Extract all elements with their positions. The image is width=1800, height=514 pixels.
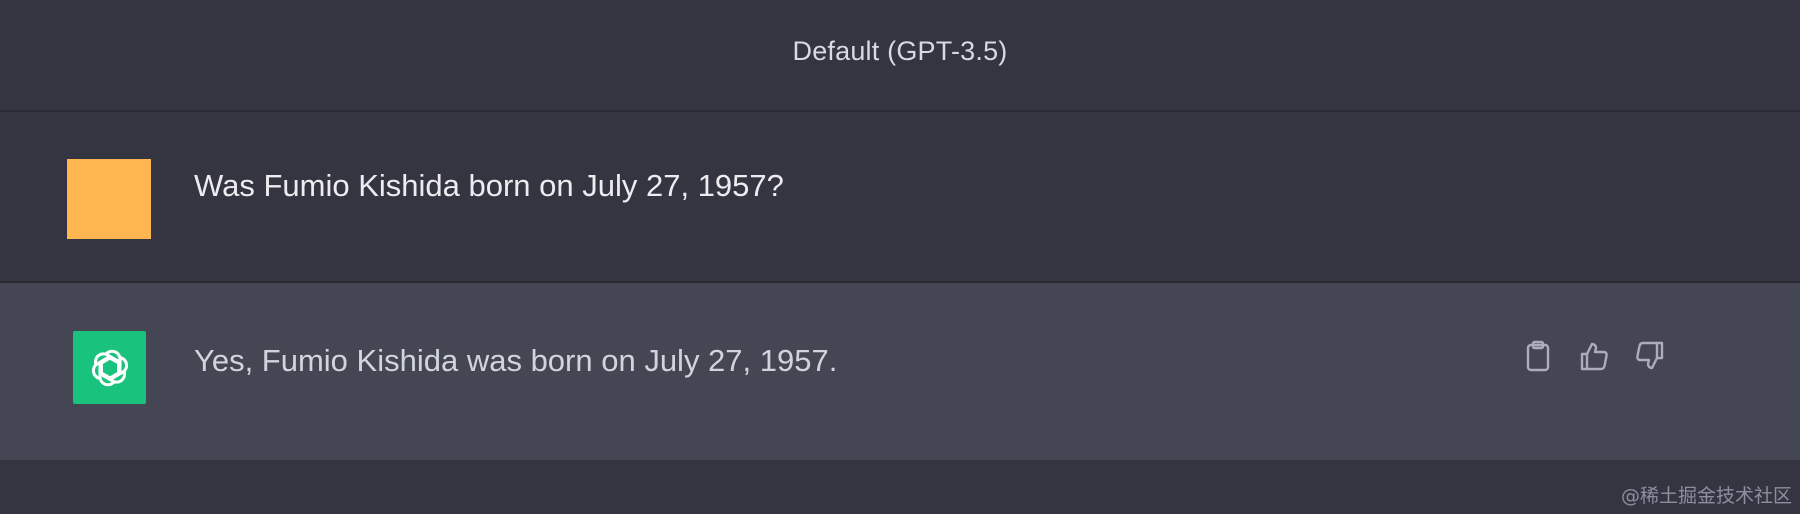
user-message-text: Was Fumio Kishida born on July 27, 1957? bbox=[194, 168, 784, 203]
watermark: @稀土掘金技术社区 bbox=[1620, 485, 1792, 507]
chat-header: Default (GPT-3.5) bbox=[0, 0, 1800, 112]
thumbs-down-button[interactable] bbox=[1632, 338, 1668, 374]
assistant-avatar bbox=[73, 331, 146, 404]
message-actions bbox=[1520, 338, 1668, 374]
openai-logo-icon bbox=[91, 349, 128, 386]
clipboard-icon bbox=[1526, 340, 1550, 372]
thumbs-up-button[interactable] bbox=[1576, 338, 1612, 374]
footer-area: @稀土掘金技术社区 bbox=[0, 460, 1800, 514]
user-message-row: Was Fumio Kishida born on July 27, 1957? bbox=[0, 112, 1800, 283]
thumbs-up-icon bbox=[1580, 342, 1608, 371]
user-avatar bbox=[67, 159, 151, 239]
copy-button[interactable] bbox=[1520, 338, 1556, 374]
assistant-message-row: Yes, Fumio Kishida was born on July 27, … bbox=[0, 283, 1800, 460]
model-label: Default (GPT-3.5) bbox=[792, 36, 1008, 66]
thumbs-down-icon bbox=[1636, 341, 1664, 370]
chat-page: Default (GPT-3.5) Was Fumio Kishida born… bbox=[0, 0, 1800, 514]
assistant-message-text: Yes, Fumio Kishida was born on July 27, … bbox=[194, 343, 838, 378]
